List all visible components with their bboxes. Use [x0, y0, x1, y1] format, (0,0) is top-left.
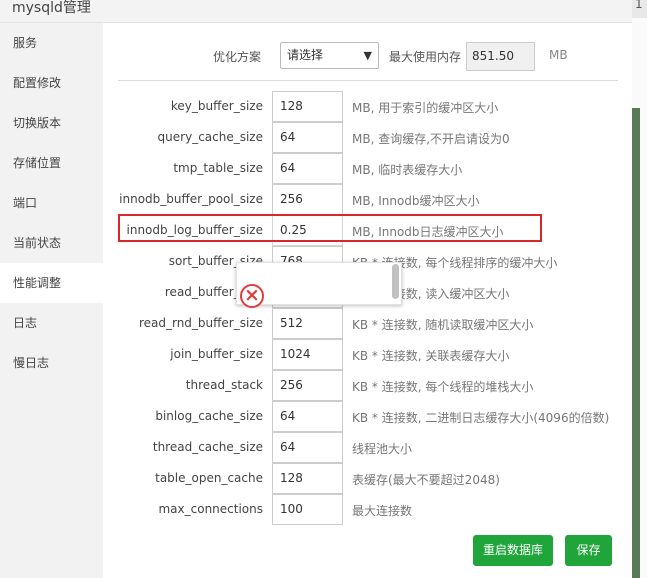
popup-scrollbar[interactable] [392, 264, 399, 299]
param-input-read-rnd-buffer-size[interactable]: 512 [272, 308, 343, 339]
param-name: thread_stack [185, 378, 263, 392]
sidebar-item-switch-version[interactable]: 切换版本 [0, 103, 103, 143]
chevron-down-icon: ▼ [363, 49, 372, 62]
param-desc: 最大连接数 [352, 504, 413, 518]
param-name: join_buffer_size [170, 347, 263, 361]
sidebar: 服务 配置修改 切换版本 存储位置 端口 当前状态 性能调整 日志 慢日志 [0, 23, 103, 578]
param-input-join-buffer-size[interactable]: 1024 [272, 339, 343, 370]
param-row-read-rnd-buffer-size: read_rnd_buffer_size 512 KB * 连接数, 随机读取缓… [103, 308, 632, 339]
param-desc: MB, 用于索引的缓冲区大小 [352, 101, 499, 115]
param-row-binlog-cache-size: binlog_cache_size 64 KB * 连接数, 二进制日志缓存大小… [103, 401, 632, 432]
param-desc: MB, 查询缓存,不开启请设为0 [352, 132, 510, 146]
param-desc: KB * 连接数, 关联表缓存大小 [352, 349, 510, 363]
param-input-innodb-buffer-pool-size[interactable]: 256 [272, 184, 343, 215]
param-input-binlog-cache-size[interactable]: 64 [272, 401, 343, 432]
sidebar-item-log[interactable]: 日志 [0, 303, 103, 343]
param-input-max-connections[interactable]: 100 [272, 494, 343, 525]
max-mem-unit: MB [549, 48, 568, 62]
param-name: table_open_cache [155, 471, 263, 485]
param-name: query_cache_size [157, 130, 263, 144]
param-input-tmp-table-size[interactable]: 64 [272, 153, 343, 184]
optimization-bar: 优化方案 请选择 ▼ 最大使用内存 851.50 MB [118, 40, 618, 81]
param-input-table-open-cache[interactable]: 128 [272, 463, 343, 494]
max-mem-field: 851.50 [466, 42, 535, 71]
param-row-thread-stack: thread_stack 256 KB * 连接数, 每个线程的堆栈大小 [103, 370, 632, 401]
performance-panel: 优化方案 请选择 ▼ 最大使用内存 851.50 MB key_buffer_s… [103, 23, 632, 578]
window-title: mysqld管理 [12, 0, 91, 16]
sidebar-item-performance[interactable]: 性能调整 [0, 263, 103, 303]
param-desc: 表缓存(最大不要超过2048) [352, 473, 500, 487]
sidebar-item-service[interactable]: 服务 [0, 23, 103, 63]
param-name: tmp_table_size [173, 161, 263, 175]
sidebar-item-status[interactable]: 当前状态 [0, 223, 103, 263]
sidebar-item-storage[interactable]: 存储位置 [0, 143, 103, 183]
param-input-key-buffer-size[interactable]: 128 [272, 91, 343, 122]
param-row-key-buffer-size: key_buffer_size 128 MB, 用于索引的缓冲区大小 [103, 91, 632, 122]
param-desc: MB, 临时表缓存大小 [352, 163, 463, 177]
param-desc: KB * 连接数, 二进制日志缓存大小(4096的倍数) [352, 411, 610, 425]
param-name: key_buffer_size [170, 99, 263, 113]
param-row-max-connections: max_connections 100 最大连接数 [103, 494, 632, 525]
highlight-box [118, 214, 542, 242]
param-row-thread-cache-size: thread_cache_size 64 线程池大小 [103, 432, 632, 463]
max-mem-label: 最大使用内存 [389, 50, 462, 64]
param-row-innodb-buffer-pool-size: innodb_buffer_pool_size 256 MB, Innodb缓冲… [103, 184, 632, 215]
background-header: 1 [632, 0, 647, 18]
param-desc: 线程池大小 [352, 442, 413, 456]
param-input-thread-cache-size[interactable]: 64 [272, 432, 343, 463]
background-stripe [632, 108, 640, 578]
param-name: thread_cache_size [152, 440, 263, 454]
param-desc: MB, Innodb缓冲区大小 [352, 194, 480, 208]
background-page-edge: 1 [632, 0, 647, 578]
scheme-select-value: 请选择 [287, 48, 324, 62]
restart-database-button[interactable]: 重启数据库 [473, 535, 553, 566]
sidebar-item-port[interactable]: 端口 [0, 183, 103, 223]
param-input-thread-stack[interactable]: 256 [272, 370, 343, 401]
param-name: binlog_cache_size [155, 409, 263, 423]
scheme-select[interactable]: 请选择 ▼ [280, 42, 379, 69]
param-row-join-buffer-size: join_buffer_size 1024 KB * 连接数, 关联表缓存大小 [103, 339, 632, 370]
mysqld-manager-window: mysqld管理 服务 配置修改 切换版本 存储位置 端口 当前状态 性能调整 … [0, 0, 632, 578]
window-titlebar: mysqld管理 [0, 0, 632, 23]
sidebar-item-config[interactable]: 配置修改 [0, 63, 103, 103]
scheme-label: 优化方案 [213, 50, 262, 64]
param-desc: KB * 连接数, 随机读取缓冲区大小 [352, 318, 534, 332]
param-name: read_rnd_buffer_size [138, 316, 263, 330]
error-icon: × [240, 284, 264, 308]
param-name: max_connections [158, 502, 263, 516]
background-header-text: 1 [635, 0, 643, 11]
param-row-query-cache-size: query_cache_size 64 MB, 查询缓存,不开启请设为0 [103, 122, 632, 153]
param-name: innodb_buffer_pool_size [119, 192, 263, 206]
sidebar-item-slow-log[interactable]: 慢日志 [0, 343, 103, 383]
param-desc: KB * 连接数, 每个线程的堆栈大小 [352, 380, 534, 394]
error-popup: × [236, 262, 402, 308]
save-button[interactable]: 保存 [565, 535, 612, 566]
param-row-tmp-table-size: tmp_table_size 64 MB, 临时表缓存大小 [103, 153, 632, 184]
param-input-query-cache-size[interactable]: 64 [272, 122, 343, 153]
param-row-table-open-cache: table_open_cache 128 表缓存(最大不要超过2048) [103, 463, 632, 494]
